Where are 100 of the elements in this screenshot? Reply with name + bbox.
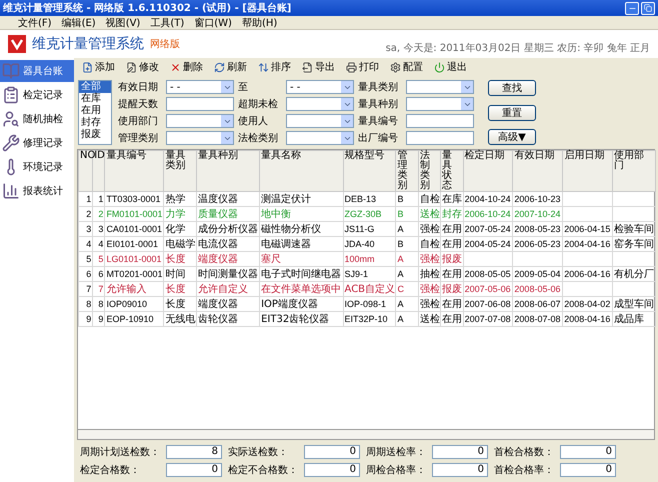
table-cell: 在用 — [440, 222, 464, 236]
toolbar-button[interactable]: 退出 — [430, 60, 471, 74]
column-header[interactable]: 检定日期 — [463, 150, 513, 192]
column-header[interactable]: 有效日期 — [512, 150, 563, 192]
table-cell: 质量仪器 — [196, 206, 260, 222]
table-cell: A — [396, 266, 418, 282]
action-button[interactable]: 查找 — [488, 80, 536, 96]
chart-icon — [2, 182, 20, 200]
restore-button[interactable] — [641, 2, 655, 14]
column-header[interactable]: 量具种别 — [196, 150, 260, 192]
table-cell: 塞尺 — [260, 252, 344, 266]
printer-icon — [346, 62, 357, 72]
table-cell: DEB-13 — [343, 192, 396, 206]
toolbar-button[interactable]: 导出 — [298, 60, 339, 74]
table-cell: 在文件菜单选项中 — [260, 282, 344, 296]
refresh-icon — [214, 62, 225, 72]
dropdown-field[interactable] — [406, 80, 474, 94]
column-header[interactable]: 量具类别 — [164, 150, 197, 192]
column-header[interactable]: 量具编号 — [104, 150, 164, 192]
table-cell: 2008-05-23 — [512, 222, 563, 236]
sidebar-item[interactable]: 修理记录 — [0, 132, 74, 154]
table-cell: 自检 — [418, 192, 441, 206]
table-cell: B — [396, 206, 418, 222]
input-field[interactable] — [406, 114, 474, 128]
window-title: 维克计量管理系统 - 网络版 1.6.110302 - (试用) - [器具台账] — [3, 1, 292, 15]
sidebar-item[interactable]: 检定记录 — [0, 84, 74, 106]
filter-label: 量具种别 — [358, 98, 399, 111]
table-cell: TT0303-0001 — [104, 192, 164, 206]
toolbar-button[interactable]: 修改 — [122, 60, 163, 74]
column-header[interactable]: 量具名称 — [260, 150, 344, 192]
table-cell: 电子式时间继电器 — [260, 266, 344, 282]
sidebar-label: 检定记录 — [23, 88, 63, 102]
dropdown-field[interactable] — [286, 97, 354, 111]
edition-label: 网络版 — [150, 38, 180, 51]
table-cell: 允许自定义 — [196, 282, 260, 296]
column-header[interactable]: 法制类别 — [418, 150, 441, 192]
status-list-item[interactable]: 全部 — [79, 81, 111, 93]
toolbar-button[interactable]: 打印 — [342, 60, 383, 74]
dropdown-field[interactable] — [406, 97, 474, 111]
dropdown-field[interactable]: - - — [286, 80, 354, 94]
sidebar-item[interactable]: 器具台账 — [0, 60, 74, 82]
action-button[interactable]: 重置 — [488, 104, 536, 120]
table-cell: 检验车间 — [612, 222, 656, 236]
toolbar-button[interactable]: 刷新 — [210, 60, 251, 74]
book-icon — [2, 62, 20, 80]
table-cell: SJ9-1 — [343, 266, 396, 282]
menu-item[interactable]: 文件(F) — [18, 16, 52, 30]
menu-item[interactable]: 视图(V) — [106, 16, 140, 30]
action-button[interactable]: 高级▼ — [488, 129, 536, 145]
export-icon — [302, 62, 313, 72]
table-cell: C — [396, 282, 418, 296]
table-cell: 时间测量仪器 — [196, 266, 260, 282]
menu-item[interactable]: 帮助(H) — [242, 16, 278, 30]
menu-item[interactable]: 工具(T) — [150, 16, 184, 30]
column-header[interactable]: 规格型号 — [343, 150, 396, 192]
restore-icon — [644, 4, 652, 12]
table-cell: 2006-10-23 — [512, 192, 563, 206]
table-cell: 电磁调速器 — [260, 236, 344, 252]
table-cell: 1 — [92, 192, 105, 206]
toolbar-button[interactable]: 删除 — [166, 60, 207, 74]
status-list-item[interactable]: 在用 — [79, 105, 111, 117]
table-cell: 6 — [92, 266, 105, 282]
menu-item[interactable]: 编辑(E) — [62, 16, 96, 30]
table-cell: 8 — [92, 296, 105, 312]
dropdown-field[interactable] — [166, 131, 234, 145]
table-cell: 长度 — [164, 252, 197, 266]
toolbar-button[interactable]: 添加 — [78, 60, 119, 74]
table-cell: 成型车间 — [612, 296, 656, 312]
column-header[interactable]: NO — [78, 150, 93, 192]
toolbar-button[interactable]: 排序 — [254, 60, 295, 74]
file-pen-icon — [126, 62, 137, 72]
dropdown-field[interactable]: - - — [166, 80, 234, 94]
sidebar-item[interactable]: 环境记录 — [0, 156, 74, 178]
status-list-item[interactable]: 报废 — [79, 129, 111, 141]
stat-label: 首检合格数： — [494, 446, 554, 459]
minimize-button[interactable] — [625, 2, 639, 14]
table-cell: 端度仪器 — [196, 252, 260, 266]
sidebar-item[interactable]: 报表统计 — [0, 180, 74, 202]
table-cell: 9 — [78, 312, 93, 326]
dropdown-field[interactable] — [286, 114, 354, 128]
status-list-item[interactable]: 封存 — [79, 117, 111, 129]
column-header[interactable]: 启用日期 — [562, 150, 613, 192]
input-field[interactable] — [406, 131, 474, 145]
menu-item[interactable]: 窗口(W) — [194, 16, 232, 30]
column-header[interactable]: 使用部门 — [612, 150, 656, 192]
dropdown-field[interactable] — [166, 114, 234, 128]
table-cell: 2 — [92, 206, 105, 222]
horizontal-scrollbar[interactable] — [77, 430, 655, 440]
input-field[interactable] — [166, 97, 234, 111]
table-cell: 5 — [92, 252, 105, 266]
toolbar-button[interactable]: 配置 — [386, 60, 427, 74]
status-list-item[interactable]: 在库 — [79, 93, 111, 105]
table-cell: 强检 — [418, 252, 441, 266]
table-cell: A — [396, 252, 418, 266]
sidebar-item[interactable]: 随机抽检 — [0, 108, 74, 130]
column-header[interactable]: 管理类别 — [396, 150, 418, 192]
stat-value: 0 — [304, 463, 360, 477]
dropdown-field[interactable] — [286, 131, 354, 145]
column-header[interactable]: 量具状态 — [440, 150, 464, 192]
table-cell: IOP09010 — [104, 296, 164, 312]
